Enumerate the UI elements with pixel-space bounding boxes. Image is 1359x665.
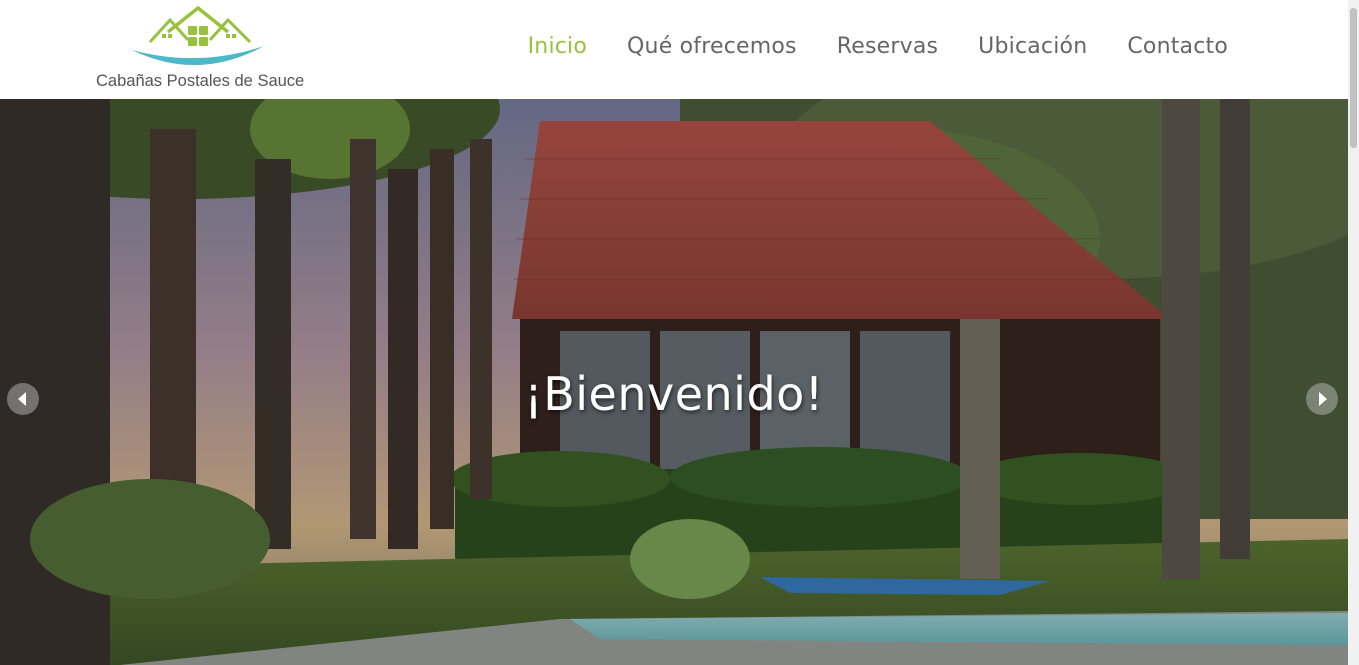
nav-item-ubicacion[interactable]: Ubicación bbox=[978, 34, 1087, 59]
carousel-next-button[interactable] bbox=[1306, 383, 1338, 415]
site-logo[interactable]: Cabañas Postales de Sauce bbox=[94, 6, 308, 94]
carousel-prev-button[interactable] bbox=[7, 383, 39, 415]
houses-logo-icon bbox=[132, 6, 264, 66]
hero-title: ¡Bienvenido! bbox=[524, 367, 824, 421]
chevron-right-icon bbox=[1319, 392, 1327, 406]
brand-name: Cabañas Postales de Sauce bbox=[96, 72, 305, 90]
page-scrollbar[interactable] bbox=[1348, 0, 1359, 665]
page: Cabañas Postales de Sauce Inicio Qué ofr… bbox=[0, 0, 1348, 665]
nav-item-contacto[interactable]: Contacto bbox=[1127, 34, 1228, 59]
hero-carousel: ¡Bienvenido! bbox=[0, 99, 1348, 665]
site-header: Cabañas Postales de Sauce Inicio Qué ofr… bbox=[0, 0, 1348, 99]
chevron-left-icon bbox=[18, 392, 26, 406]
nav-item-reservas[interactable]: Reservas bbox=[837, 34, 938, 59]
main-nav: Inicio Qué ofrecemos Reservas Ubicación … bbox=[528, 34, 1228, 59]
nav-item-inicio[interactable]: Inicio bbox=[528, 34, 587, 59]
scrollbar-thumb[interactable] bbox=[1350, 8, 1357, 148]
nav-item-que-ofrecemos[interactable]: Qué ofrecemos bbox=[627, 34, 797, 59]
